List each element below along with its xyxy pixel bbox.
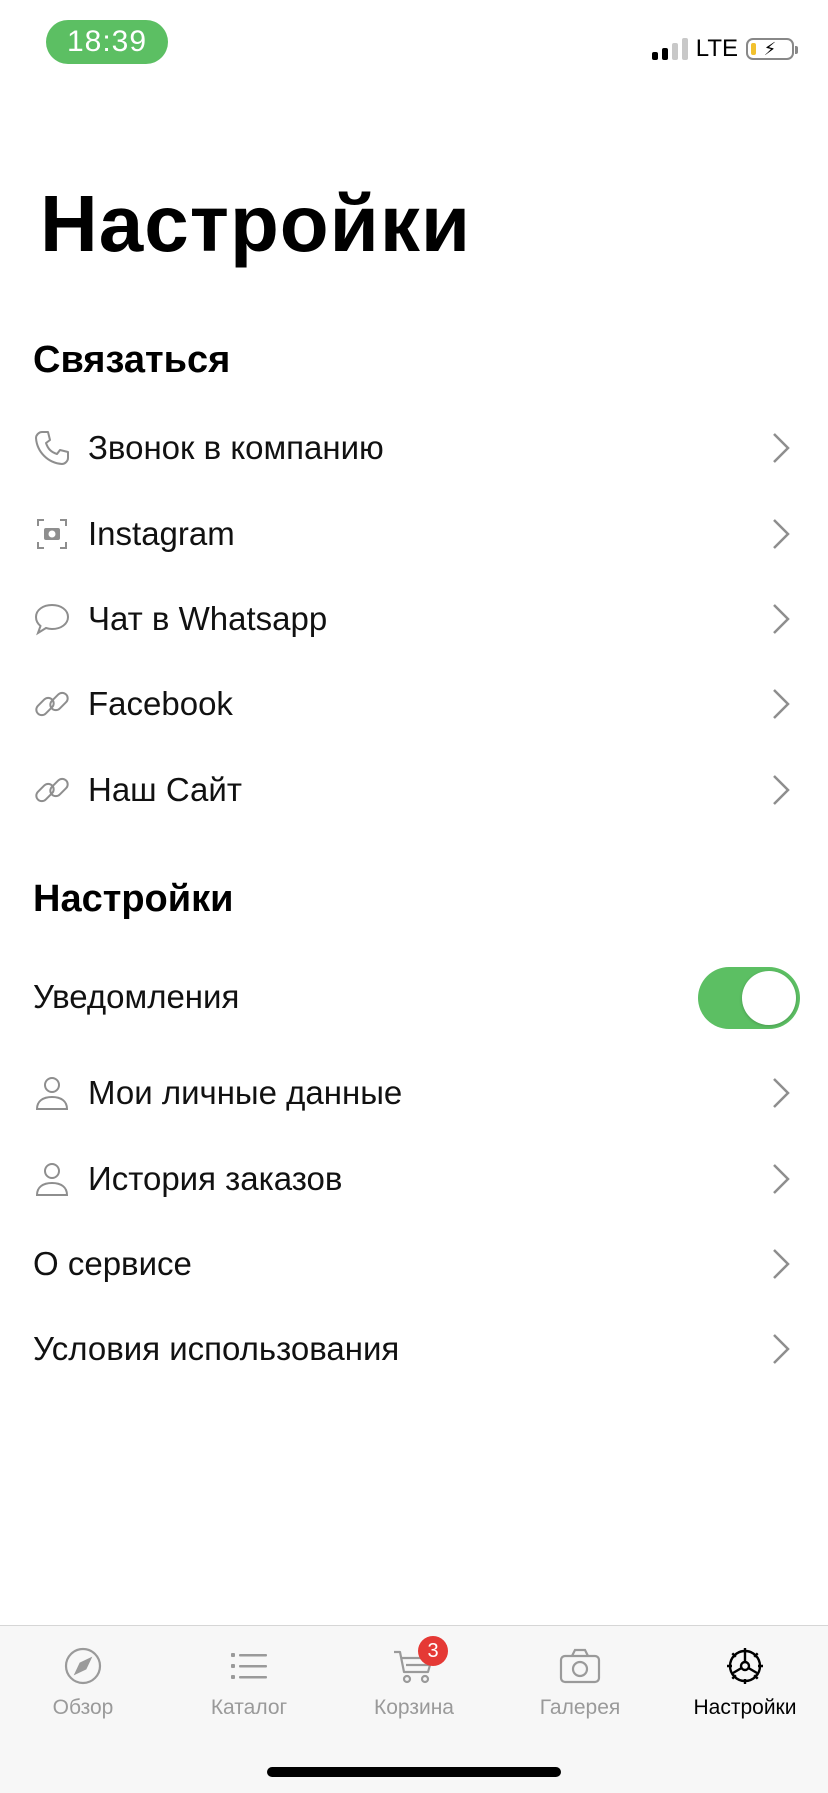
home-indicator — [267, 1767, 561, 1777]
chevron-right-icon — [762, 516, 798, 552]
tab-catalog[interactable]: Каталог — [166, 1626, 332, 1736]
chevron-right-icon — [762, 601, 798, 637]
tab-gallery[interactable]: Галерея — [497, 1626, 663, 1736]
whatsapp-chat-row[interactable]: Чат в Whatsapp — [0, 579, 828, 659]
facebook-row[interactable]: Facebook — [0, 664, 828, 744]
row-label: История заказов — [88, 1160, 343, 1197]
row-label: Instagram — [88, 515, 235, 552]
tab-overview[interactable]: Обзор — [0, 1626, 166, 1736]
chevron-right-icon — [762, 1075, 798, 1111]
link-icon — [32, 770, 72, 810]
row-label: Facebook — [88, 685, 233, 722]
notifications-row: Уведомления — [0, 957, 828, 1037]
instagram-row[interactable]: Instagram — [0, 494, 828, 574]
tab-bar: Обзор Каталог 3 Корзина Галерея Настройк… — [0, 1625, 828, 1793]
photo-camera-icon — [558, 1644, 602, 1688]
person-icon — [32, 1073, 72, 1113]
chevron-right-icon — [762, 1161, 798, 1197]
row-label: Наш Сайт — [88, 771, 242, 808]
row-label: Звонок в компанию — [88, 429, 384, 466]
link-icon — [32, 684, 72, 724]
about-service-row[interactable]: О сервисе — [0, 1224, 828, 1304]
network-type: LTE — [695, 35, 738, 62]
row-label: Мои личные данные — [88, 1074, 403, 1111]
chat-bubble-icon — [32, 599, 72, 639]
row-label: Условия использования — [33, 1330, 400, 1367]
order-history-row[interactable]: История заказов — [0, 1139, 828, 1219]
call-company-row[interactable]: Звонок в компанию — [0, 408, 828, 488]
cart-badge: 3 — [418, 1636, 448, 1666]
status-indicators: LTE ⚡ — [651, 34, 798, 64]
tab-label: Настройки — [693, 1696, 797, 1719]
tab-label: Корзина — [374, 1696, 454, 1719]
signal-strength-icon — [651, 38, 688, 60]
chevron-right-icon — [762, 772, 798, 808]
notifications-toggle[interactable] — [698, 967, 800, 1029]
personal-data-row[interactable]: Мои личные данные — [0, 1053, 828, 1133]
page-title: Настройки — [40, 179, 472, 268]
battery-icon: ⚡ — [746, 38, 798, 60]
row-label: О сервисе — [33, 1245, 192, 1282]
tab-label: Обзор — [52, 1696, 114, 1719]
compass-icon — [61, 1644, 105, 1688]
phone-icon — [32, 428, 72, 468]
settings-section-title: Настройки — [33, 878, 234, 920]
status-time: 18:39 — [46, 20, 168, 64]
chevron-right-icon — [762, 1331, 798, 1367]
toggle-knob — [742, 971, 796, 1025]
camera-icon — [32, 514, 72, 554]
chevron-right-icon — [762, 686, 798, 722]
row-label: Чат в Whatsapp — [88, 600, 328, 637]
tab-label: Галерея — [539, 1696, 621, 1719]
contact-section-title: Связаться — [33, 339, 231, 381]
settings-gear-icon — [723, 1644, 767, 1688]
chevron-right-icon — [762, 430, 798, 466]
tab-cart[interactable]: 3 Корзина — [331, 1626, 497, 1736]
our-site-row[interactable]: Наш Сайт — [0, 750, 828, 830]
tab-label: Каталог — [210, 1696, 288, 1719]
terms-of-use-row[interactable]: Условия использования — [0, 1309, 828, 1389]
notifications-label: Уведомления — [33, 978, 240, 1015]
chevron-right-icon — [762, 1246, 798, 1282]
tab-settings[interactable]: Настройки — [662, 1626, 828, 1736]
person-icon — [32, 1159, 72, 1199]
list-icon — [227, 1644, 271, 1688]
